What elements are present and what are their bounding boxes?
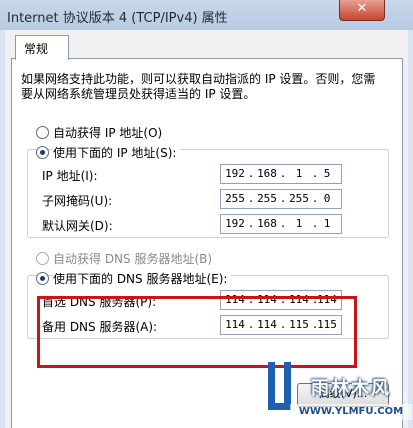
close-button[interactable]: ✕: [339, 0, 385, 21]
auto-dns-label: 自动获得 DNS 服务器地址(B): [53, 252, 213, 266]
subnet-mask-label: 子网掩码(U):: [42, 194, 113, 208]
tab-general-label: 常规: [24, 42, 49, 56]
tab-panel: [11, 58, 403, 428]
manual-ip-label: 使用下面的 IP 地址(S):: [53, 144, 181, 161]
title-bar[interactable]: Internet 协议版本 4 (TCP/IPv4) 属性 ✕: [0, 0, 413, 30]
auto-ip-label: 自动获得 IP 地址(O): [53, 126, 163, 140]
ip-address-label: IP 地址(I):: [42, 169, 98, 183]
manual-ip-radio[interactable]: [36, 146, 49, 159]
dialog-window: Internet 协议版本 4 (TCP/IPv4) 属性 ✕ 常规 如果网络支…: [0, 0, 413, 428]
auto-ip-radio[interactable]: [36, 126, 49, 139]
manual-dns-radio[interactable]: [36, 272, 49, 285]
default-gateway-label: 默认网关(D):: [42, 219, 113, 233]
auto-dns-radio[interactable]: [36, 252, 49, 265]
window-title: Internet 协议版本 4 (TCP/IPv4) 属性: [7, 11, 228, 26]
dns-highlight-box: [37, 296, 357, 368]
dialog-client-area: 常规 如果网络支持此功能，则可以获取自动指派的 IP 设置。否则，您需要从网络系…: [5, 30, 408, 428]
manual-dns-label: 使用下面的 DNS 服务器地址(E):: [53, 270, 232, 287]
subnet-mask-field[interactable]: 255 . 255 . 255 . 0: [220, 189, 342, 209]
watermark-url: WWW.YLMFU.COM: [290, 404, 412, 420]
close-icon: ✕: [356, 1, 368, 16]
description-text: 如果网络支持此功能，则可以获取自动指派的 IP 设置。否则，您需要从网络系统管理…: [21, 72, 376, 101]
default-gateway-field[interactable]: 192 . 168 . 1 . 1: [220, 214, 342, 234]
watermark-site-name: 雨林木风: [311, 378, 391, 399]
tab-general[interactable]: 常规: [15, 35, 69, 60]
ip-address-field[interactable]: 192 . 168 . 1 . 5: [220, 164, 342, 184]
